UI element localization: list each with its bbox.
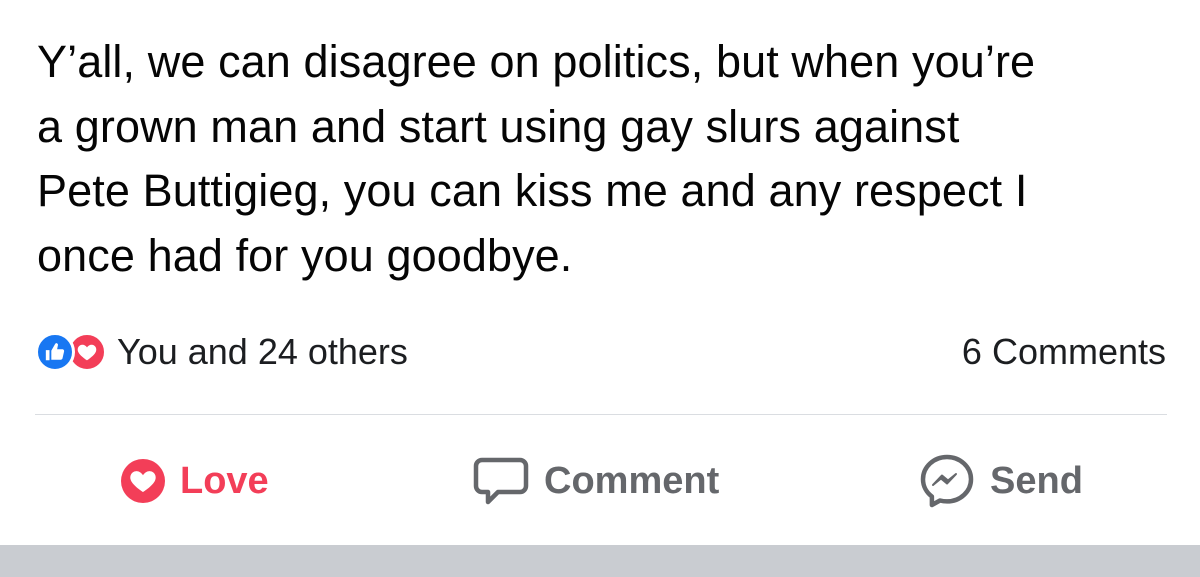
send-button[interactable]: Send: [918, 450, 1083, 512]
action-bar: Love Comment Send: [0, 450, 1200, 512]
love-button[interactable]: Love: [120, 450, 269, 512]
bottom-bar: [0, 545, 1200, 577]
comments-count[interactable]: 6 Comments: [962, 330, 1166, 374]
divider: [35, 414, 1167, 415]
comment-icon: [473, 457, 529, 505]
send-label: Send: [990, 459, 1083, 502]
post-text-line: Y’all, we can disagree on politics, but …: [37, 36, 1036, 87]
post-text: Y’all, we can disagree on politics, but …: [37, 30, 1167, 288]
post-card: Y’all, we can disagree on politics, but …: [0, 0, 1200, 545]
post-text-line: once had for you goodbye.: [37, 229, 573, 281]
messenger-icon: [920, 454, 974, 508]
post-text-line: Pete Buttigieg, you can kiss me and any …: [37, 165, 1028, 216]
love-label: Love: [180, 459, 269, 502]
love-icon: [121, 459, 165, 503]
comment-label: Comment: [544, 459, 720, 502]
comment-button[interactable]: Comment: [472, 450, 719, 512]
reactions-summary[interactable]: You and 24 others: [35, 330, 408, 374]
like-icon: [35, 332, 75, 372]
post-text-line: a grown man and start using gay slurs ag…: [37, 100, 960, 152]
reaction-count[interactable]: You and 24 others: [117, 331, 408, 373]
